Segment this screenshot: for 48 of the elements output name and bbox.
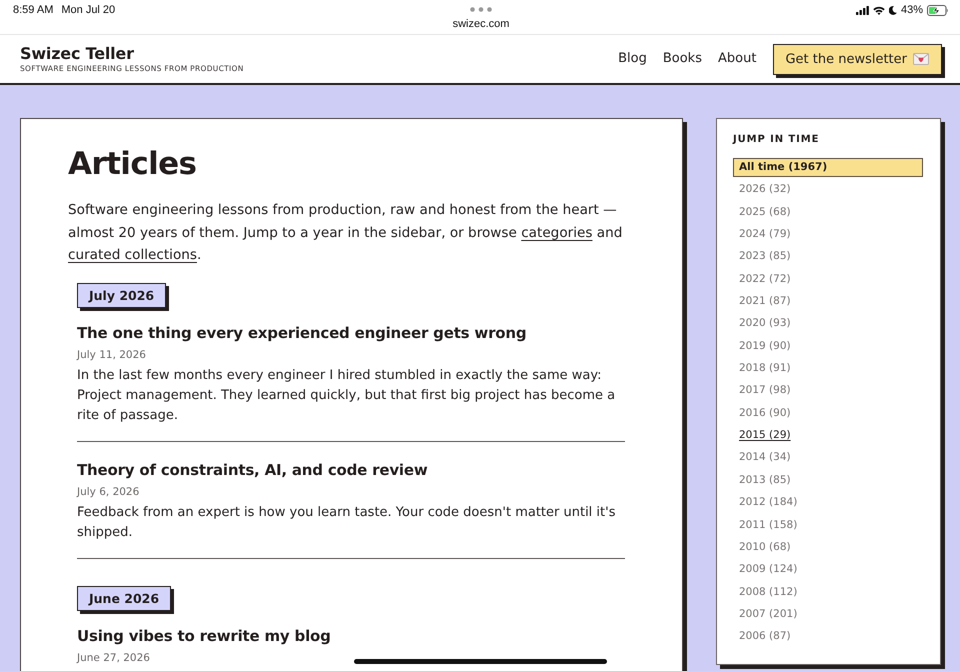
year-filter-item[interactable]: 2011 (158) (733, 516, 804, 534)
inline-link[interactable]: categories (521, 224, 592, 240)
year-filter-item[interactable]: 2022 (72) (733, 270, 797, 289)
address-url[interactable]: swizec.com (452, 18, 510, 31)
nav-link[interactable]: About (718, 50, 756, 68)
year-filter-item[interactable]: 2015 (29) (733, 426, 797, 446)
year-filter-item[interactable]: 2017 (98) (733, 381, 797, 400)
inline-link[interactable]: curated collections (68, 247, 197, 263)
article-date: July 11, 2026 (77, 348, 146, 362)
signal-icon (856, 6, 869, 15)
year-filter-item[interactable]: 2007 (201) (733, 604, 804, 624)
year-filter-item[interactable]: 2021 (87) (733, 292, 797, 312)
article-title-link[interactable]: Using vibes to rewrite my blog (77, 624, 331, 646)
year-filter-item[interactable]: 2023 (85) (733, 247, 797, 266)
article-excerpt: In the last few months every engineer I hired stumbled in exactly the same way: Project management. They learned quickly, but that first big project has become a rite of passage. (77, 366, 616, 424)
battery-percent: 43% (900, 4, 923, 17)
year-filter-item[interactable]: 2020 (93) (733, 314, 797, 334)
year-filter-item[interactable]: 2018 (91) (733, 359, 797, 378)
nav-link[interactable]: Books (662, 50, 702, 68)
article-date: June 27, 2026 (77, 650, 150, 666)
year-filter-item[interactable]: All time (1967) (733, 158, 923, 177)
sidebar-heading: JUMP IN TIME (733, 133, 820, 147)
year-filter-item[interactable]: 2016 (90) (733, 404, 797, 423)
year-filter-item[interactable]: 2013 (85) (733, 470, 797, 490)
nav-link[interactable]: Blog (618, 50, 647, 68)
more-dots-icon[interactable] (470, 7, 492, 12)
intro-paragraph: Software engineering lessons from production, raw and honest from the heart — almost 20 years of them. Jump to a year in the sidebar, or browse categories and curated collections. (68, 201, 624, 265)
year-filter-item[interactable]: 2019 (90) (733, 336, 797, 356)
wifi-icon (872, 6, 885, 15)
article-title-link[interactable]: The one thing every experienced engineer gets wrong (77, 322, 526, 344)
status-date: Mon Jul 20 (61, 4, 116, 17)
year-filter-item[interactable]: 2025 (68) (733, 202, 797, 222)
page-heading: Articles (68, 145, 196, 184)
site-title[interactable]: Swizec Teller (20, 44, 134, 63)
battery-charging-icon (927, 5, 949, 16)
year-filter-item[interactable]: 2009 (124) (733, 560, 804, 580)
year-filter-item[interactable]: 2012 (184) (733, 493, 804, 512)
year-filter-item[interactable]: 2008 (112) (733, 582, 804, 602)
status-time: 8:59 AM (13, 4, 54, 17)
year-filter-item[interactable]: 2014 (34) (733, 448, 797, 468)
year-filter-item[interactable]: 2024 (79) (733, 225, 797, 244)
article-date: July 6, 2026 (77, 484, 140, 500)
article-excerpt: Feedback from an expert is how you learn taste. Your code doesn't matter until it's shipped. (77, 504, 616, 542)
year-filter-item[interactable]: 2006 (87) (733, 627, 797, 646)
year-filter-item[interactable]: 2026 (32) (733, 180, 797, 200)
moon-icon (888, 6, 897, 15)
article-title-link[interactable]: Theory of constraints, AI, and code review (77, 458, 428, 480)
year-filter-item[interactable]: 2010 (68) (733, 538, 797, 557)
